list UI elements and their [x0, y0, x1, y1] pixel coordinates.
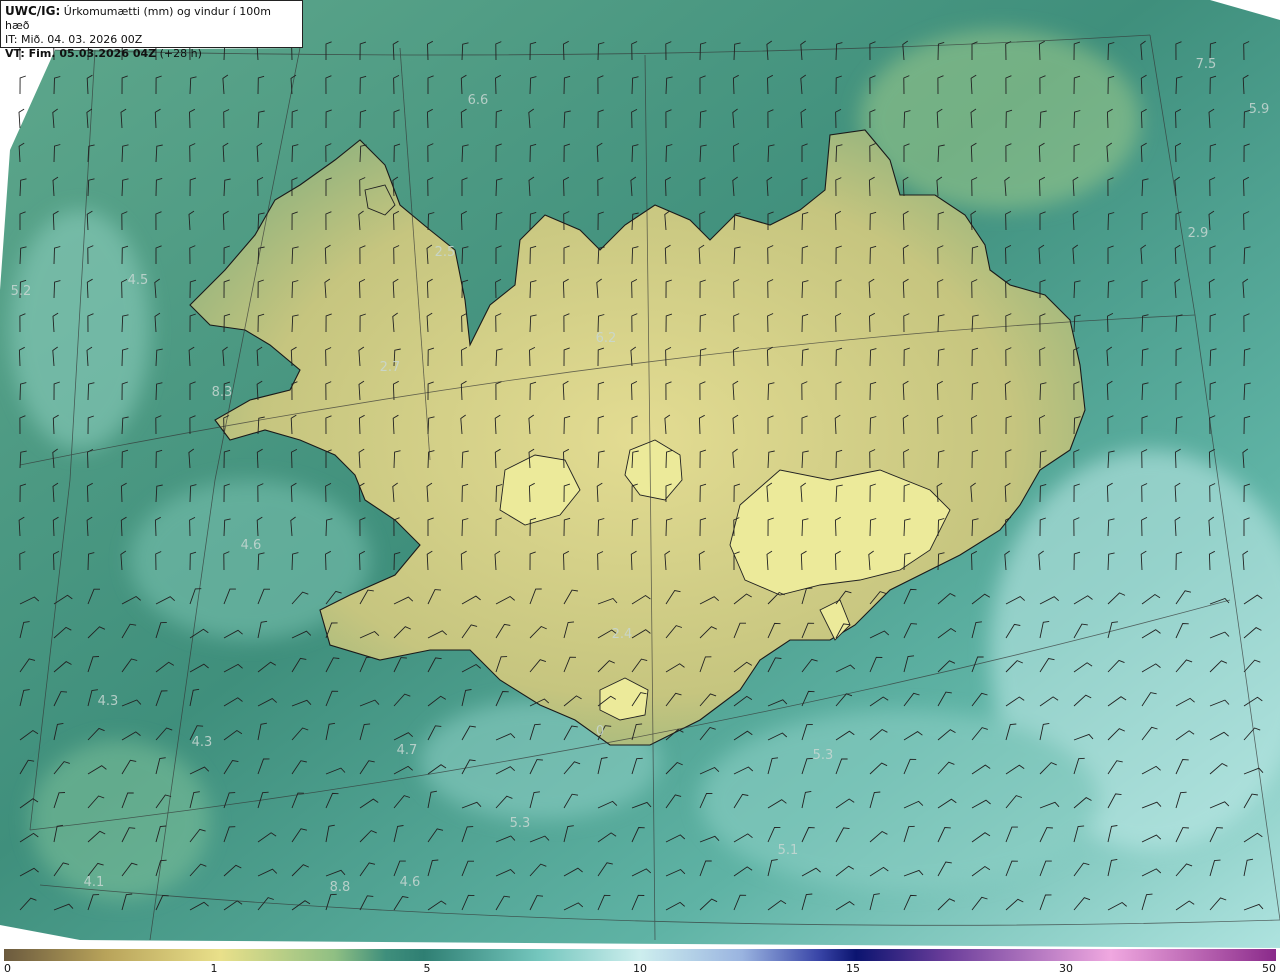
value-label: 5.2 — [11, 284, 32, 299]
value-label: 8.3 — [212, 385, 233, 400]
value-label: 4.6 — [241, 538, 262, 553]
colorbar-tick-label: 15 — [846, 962, 860, 975]
weather-map: 6.6 7.5 5.9 5.2 4.5 2.5 6.2 2.7 8.3 4.6 4.3 4.3 4.7 5… — [0, 0, 1280, 948]
value-label: 0 — [596, 724, 604, 739]
value-label: 4.6 — [400, 875, 421, 890]
colorbar-tick-label: 5 — [423, 962, 431, 975]
init-time: IT: Mið. 04. 03. 2026 00Z — [5, 33, 143, 46]
map-title-box: UWC/IG: Úrkomumætti (mm) og vindur í 100… — [0, 0, 303, 60]
value-label: 5.1 — [778, 843, 799, 858]
value-label: 5.3 — [510, 816, 531, 831]
title-line-3: VT: Fim. 05.03.2026 04Z (+28 h) — [5, 47, 298, 61]
colorbar: 0 1 5 10 15 30 50 — [0, 948, 1280, 978]
value-label: 4.7 — [397, 743, 418, 758]
colorbar-tick-label: 0 — [4, 962, 11, 975]
value-label: 6.2 — [596, 331, 617, 346]
value-label: 2.7 — [380, 360, 401, 375]
value-label: 4.3 — [98, 694, 119, 709]
value-label: 4.5 — [128, 273, 149, 288]
value-label: 2.5 — [435, 245, 456, 260]
colorbar-tick-label: 1 — [210, 962, 218, 975]
value-label: 5.3 — [813, 748, 834, 763]
map-canvas: 6.6 7.5 5.9 5.2 4.5 2.5 6.2 2.7 8.3 4.6 4.3 4.3 4.7 5… — [0, 0, 1280, 948]
value-label: 7.5 — [1196, 57, 1217, 72]
valid-time: VT: Fim. 05.03.2026 04Z — [5, 47, 157, 60]
model-prefix: UWC/IG: — [5, 4, 61, 18]
colorbar-tick-label: 30 — [1059, 962, 1073, 975]
colorbar-tick-label: 50 — [1262, 962, 1276, 975]
value-label: 5.9 — [1249, 102, 1270, 117]
value-label: 2.4 — [612, 627, 633, 642]
value-label: 4.3 — [192, 735, 213, 750]
value-label: 8.8 — [330, 880, 351, 895]
forecast-offset: (+28 h) — [159, 47, 202, 60]
title-line-1: UWC/IG: Úrkomumætti (mm) og vindur í 100… — [5, 4, 298, 33]
value-label: 2.9 — [1188, 226, 1209, 241]
colorbar-gradient — [4, 949, 1276, 961]
value-label: 6.6 — [468, 93, 489, 108]
colorbar-tick-label: 10 — [633, 962, 647, 975]
value-label: 4.1 — [84, 875, 105, 890]
